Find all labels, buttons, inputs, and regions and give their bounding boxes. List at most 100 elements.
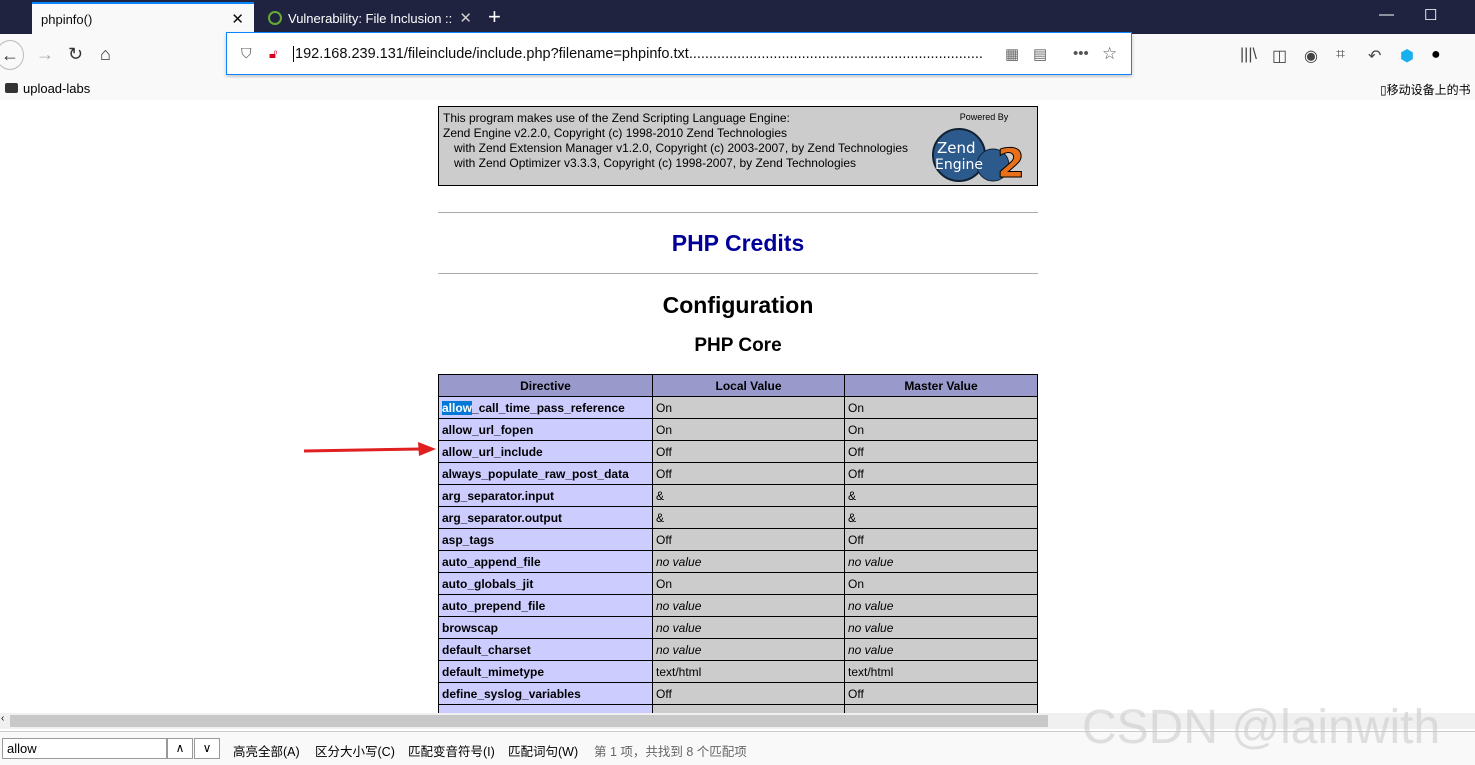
watermark: CSDN @lainwith (1082, 701, 1441, 754)
local-value-cell: & (652, 506, 845, 529)
tab-phpinfo[interactable]: phpinfo() ✕ (32, 2, 254, 34)
directive-cell: default_mimetype (438, 660, 653, 683)
shield-icon[interactable]: ⛉ (241, 45, 252, 62)
bookmark-upload-labs[interactable]: upload-labs (5, 81, 90, 96)
local-value-cell: no value (652, 594, 845, 617)
zend-gear-icon: ZendEngine 2 (932, 128, 1025, 188)
mobile-bookmarks-label: 移动设备上的书 (1386, 83, 1471, 97)
circle-extension-icon[interactable]: ● (1431, 46, 1441, 64)
mobile-icon: ▯ (1380, 83, 1387, 97)
header-local-value: Local Value (652, 374, 845, 397)
bookmark-label: upload-labs (23, 81, 91, 96)
find-input[interactable] (2, 738, 167, 759)
directive-cell: allow_url_fopen (438, 418, 653, 441)
reload-button[interactable]: ↻ (68, 44, 83, 65)
reader-view-icon[interactable]: ▤ (1033, 45, 1047, 63)
master-value-cell: no value (844, 594, 1038, 617)
table-row: auto_prepend_file no value no value (438, 594, 1038, 617)
account-icon[interactable]: ◉ (1304, 46, 1318, 66)
folder-icon (5, 83, 18, 93)
back-button[interactable]: ← (0, 40, 24, 70)
header-directive: Directive (438, 374, 653, 397)
table-row: allow_url_include Off Off (438, 440, 1038, 463)
find-match-highlight: allow (442, 400, 473, 415)
local-value-cell: Off (652, 462, 845, 485)
highlight-all-toggle[interactable]: 高亮全部(A) (233, 741, 300, 760)
master-value-cell: On (844, 418, 1038, 441)
new-tab-button[interactable]: + (488, 4, 501, 30)
local-value-cell: Off (652, 440, 845, 463)
table-row: auto_globals_jit On On (438, 572, 1038, 595)
dvwa-favicon-icon (268, 11, 282, 25)
maximize-button[interactable]: ☐ (1424, 6, 1437, 24)
master-value-cell: & (844, 506, 1038, 529)
find-next-button[interactable]: ∨ (194, 738, 220, 759)
table-row: default_charset no value no value (438, 638, 1038, 661)
home-button[interactable]: ⌂ (100, 44, 111, 65)
more-actions-icon[interactable]: ••• (1073, 45, 1089, 62)
mobile-bookmarks[interactable]: ▯移动设备上的书 (1380, 81, 1471, 98)
local-value-cell: Off (652, 528, 845, 551)
zend-info-box: This program makes use of the Zend Scrip… (438, 106, 1038, 188)
directive-cell: allow_url_include (438, 440, 653, 463)
table-row: allow_url_fopen On On (438, 418, 1038, 441)
directive-cell: default_charset (438, 638, 653, 661)
page-content: This program makes use of the Zend Scrip… (0, 100, 1475, 713)
tab-bar: phpinfo() ✕ Vulnerability: File Inclusion… (0, 0, 1475, 34)
find-status: 第 1 项，共找到 8 个匹配项 (594, 745, 747, 759)
library-icon[interactable]: |||\ (1240, 46, 1257, 64)
directive-cell: browscap (438, 616, 653, 639)
local-value-cell: On (652, 396, 845, 419)
insecure-lock-icon[interactable]: 🔓︎ (269, 46, 277, 62)
local-value-cell: Off (652, 682, 845, 705)
crop-icon[interactable]: ⌗ (1336, 46, 1345, 64)
whole-words-toggle[interactable]: 匹配词句(W) (508, 741, 578, 760)
php-credits-link[interactable]: PHP Credits (438, 230, 1038, 257)
table-row: define_syslog_variables Off Off (438, 682, 1038, 705)
url-bar[interactable]: ⛉ 🔓︎ 192.168.239.131/fileinclude/include… (226, 32, 1132, 75)
master-value-cell: Off (844, 462, 1038, 485)
forward-button[interactable]: → (36, 44, 54, 65)
header-master-value: Master Value (844, 374, 1038, 397)
table-row: allow_call_time_pass_reference On On (438, 396, 1038, 419)
table-row: auto_append_file no value no value (438, 550, 1038, 573)
bookmark-star-icon[interactable]: ☆ (1102, 44, 1117, 64)
red-arrow-annotation (303, 442, 436, 456)
directive-cell: auto_append_file (438, 550, 653, 573)
find-previous-button[interactable]: ∧ (167, 738, 193, 759)
master-value-cell: no value (844, 550, 1038, 573)
table-row: browscap no value no value (438, 616, 1038, 639)
table-row: always_populate_raw_post_data Off Off (438, 462, 1038, 485)
sidebar-icon[interactable]: ◫ (1272, 46, 1287, 66)
scrollbar-thumb[interactable] (10, 715, 1048, 727)
directive-cell: auto_prepend_file (438, 594, 653, 617)
table-row (438, 704, 1038, 713)
match-diacritics-toggle[interactable]: 匹配变音符号(I) (408, 741, 495, 760)
directive-cell: always_populate_raw_post_data (438, 462, 653, 485)
match-case-toggle[interactable]: 区分大小写(C) (315, 741, 395, 760)
url-text[interactable]: 192.168.239.131/fileinclude/include.php?… (293, 45, 983, 62)
qr-code-icon[interactable]: ▦ (1005, 45, 1019, 63)
divider (438, 273, 1038, 274)
scroll-left-icon[interactable]: ‹ (1, 713, 4, 724)
cut-off-cell (652, 704, 845, 713)
configuration-heading: Configuration (662, 292, 814, 318)
close-tab-icon[interactable]: ✕ (231, 10, 244, 28)
master-value-cell: & (844, 484, 1038, 507)
undo-icon[interactable]: ↶ (1368, 46, 1381, 66)
table-row: default_mimetype text/html text/html (438, 660, 1038, 683)
master-value-cell: no value (844, 616, 1038, 639)
local-value-cell: no value (652, 550, 845, 573)
minimize-button[interactable]: — (1379, 6, 1394, 23)
close-tab-icon[interactable]: ✕ (459, 9, 472, 27)
tab-title: phpinfo() (41, 11, 93, 27)
tab-vulnerability[interactable]: Vulnerability: File Inclusion :: ✕ (258, 2, 482, 34)
directive-cell: arg_separator.input (438, 484, 653, 507)
cut-off-cell (438, 704, 653, 713)
bookmarks-bar: upload-labs ▯移动设备上的书 (0, 78, 1475, 100)
master-value-cell: Off (844, 682, 1038, 705)
local-value-cell: & (652, 484, 845, 507)
extension-icon[interactable]: ⬢ (1400, 46, 1414, 66)
local-value-cell: no value (652, 616, 845, 639)
svg-text:Zend: Zend (937, 139, 976, 157)
